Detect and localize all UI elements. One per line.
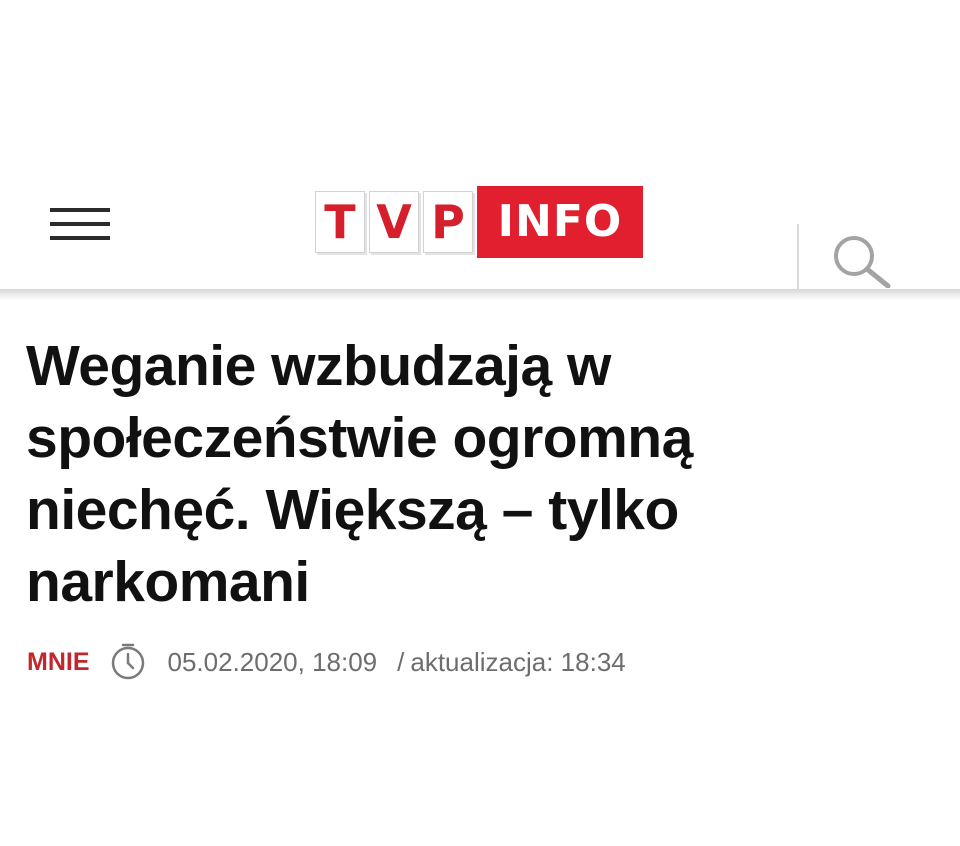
menu-bar-bottom — [50, 236, 110, 240]
published-date: 05.02.2020, 18:09 — [167, 646, 378, 677]
menu-bar-top — [50, 208, 110, 212]
article-meta: MNIE 05.02.2020, 18:09 / aktualizacja: 1… — [27, 640, 626, 684]
article-headline: Weganie wzbudzają w społeczeństwie ogrom… — [26, 334, 693, 614]
author-link[interactable]: MNIE — [27, 648, 90, 677]
header-shadow — [0, 289, 960, 301]
logo-letter-p: P — [423, 191, 473, 253]
header-divider — [797, 224, 799, 290]
tvp-info-logo[interactable]: T V P INFO — [315, 186, 643, 258]
logo-letter-v: V — [369, 191, 419, 253]
search-icon — [834, 236, 891, 289]
meta-separator: / — [397, 646, 405, 677]
logo-letter-t: T — [315, 191, 365, 253]
updated-time: aktualizacja: 18:34 — [410, 646, 626, 677]
hamburger-menu-icon[interactable] — [50, 208, 112, 248]
search-button[interactable] — [830, 232, 894, 289]
logo-info-text: INFO — [477, 186, 643, 258]
menu-bar-middle — [50, 222, 110, 226]
clock-icon — [111, 643, 144, 680]
